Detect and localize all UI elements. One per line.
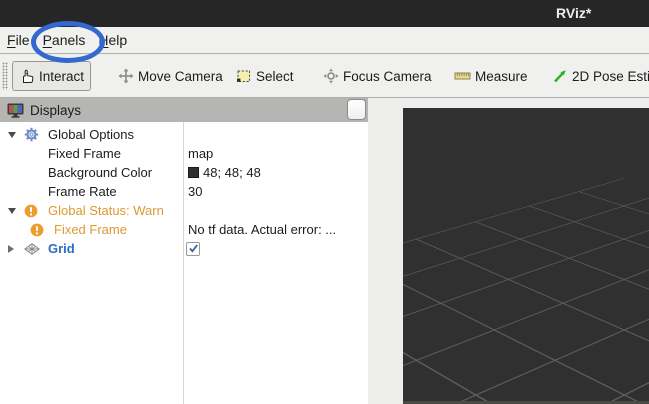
menu-bar: FilePanelsHelp <box>0 27 649 54</box>
ground-grid <box>403 178 649 401</box>
tree-row-fixed-frame[interactable]: Fixed Frame map <box>0 144 368 163</box>
ruler-icon <box>454 68 471 84</box>
tool-2d-pose-esti[interactable]: 2D Pose Esti <box>546 61 649 91</box>
expander-expanded[interactable] <box>8 208 24 214</box>
tool-label: 2D Pose Esti <box>572 69 649 84</box>
property-name: Global Options <box>48 127 134 142</box>
gear-icon <box>24 127 39 142</box>
property-value[interactable]: map <box>188 144 213 163</box>
tree-row-grid[interactable]: Grid <box>0 239 368 258</box>
color-swatch <box>188 167 199 178</box>
property-name: Global Status: Warn <box>48 203 164 218</box>
grid-icon <box>24 243 40 255</box>
displays-panel-header[interactable]: Displays <box>0 98 368 122</box>
property-value[interactable]: 48; 48; 48 <box>188 163 261 182</box>
warning-icon <box>24 204 38 218</box>
value-text: map <box>188 146 213 161</box>
move-arrows-icon <box>118 68 134 84</box>
tree-row-frame-rate[interactable]: Frame Rate 30 <box>0 182 368 201</box>
tool-measure[interactable]: Measure <box>448 61 534 91</box>
value-text: No tf data. Actual error: ... <box>188 222 336 237</box>
hand-pointer-icon <box>19 68 35 84</box>
title-bar: RViz* <box>0 0 649 27</box>
warning-icon <box>30 223 44 237</box>
iconslot <box>24 127 46 142</box>
expander-expanded[interactable] <box>8 132 24 138</box>
tool-move-camera[interactable]: Move Camera <box>112 61 229 91</box>
tool-label: Measure <box>475 69 528 84</box>
tree-row-background-color[interactable]: Background Color 48; 48; 48 <box>0 163 368 182</box>
toolbar: Interact Move Camera Select Focus Camera Mea… <box>0 55 649 98</box>
displays-tree: Global Options Fixed Frame map Background C… <box>0 122 368 404</box>
property-name: Frame Rate <box>48 184 117 199</box>
menu-help[interactable]: Help <box>98 29 136 51</box>
displays-panel-title: Displays <box>30 103 81 118</box>
value-text: 30 <box>188 184 202 199</box>
3d-viewport[interactable] <box>403 108 649 401</box>
tree-row-global-status-warn[interactable]: Global Status: Warn <box>0 201 368 220</box>
panel-float-button[interactable] <box>347 99 366 120</box>
displays-panel: Displays Global Options Fixed Frame map Bac… <box>0 98 368 404</box>
tool-label: Move Camera <box>138 69 223 84</box>
iconslot <box>30 223 52 237</box>
monitor-icon <box>7 103 24 118</box>
toolbar-grip-handle[interactable] <box>2 62 8 90</box>
value-text: 48; 48; 48 <box>203 165 261 180</box>
menu-panels[interactable]: Panels <box>43 29 95 51</box>
window-title: RViz* <box>556 5 591 21</box>
property-value[interactable]: 30 <box>188 182 202 201</box>
iconslot <box>24 204 46 218</box>
property-name: Fixed Frame <box>54 222 127 237</box>
property-name: Fixed Frame <box>48 146 121 161</box>
expander-collapsed[interactable] <box>8 245 24 253</box>
tool-interact[interactable]: Interact <box>12 61 91 91</box>
tool-label: Interact <box>39 69 84 84</box>
selection-box-icon <box>236 68 252 84</box>
focus-crosshair-icon <box>323 68 339 84</box>
tool-label: Focus Camera <box>343 69 432 84</box>
rviz-window: RViz* FilePanelsHelp Interact Move Camera… <box>0 0 649 404</box>
property-value[interactable]: No tf data. Actual error: ... <box>188 220 336 239</box>
tree-row-fixed-frame[interactable]: Fixed Frame No tf data. Actual error: ... <box>0 220 368 239</box>
pose-arrow-icon <box>552 68 568 84</box>
property-name: Grid <box>48 241 75 256</box>
tool-label: Select <box>256 69 294 84</box>
iconslot <box>24 243 46 255</box>
menu-file[interactable]: File <box>7 29 39 51</box>
property-value[interactable] <box>188 239 200 258</box>
tree-row-global-options[interactable]: Global Options <box>0 125 368 144</box>
property-name: Background Color <box>48 165 152 180</box>
enabled-checkbox[interactable] <box>186 242 200 256</box>
tool-focus-camera[interactable]: Focus Camera <box>317 61 438 91</box>
tool-select[interactable]: Select <box>230 61 300 91</box>
